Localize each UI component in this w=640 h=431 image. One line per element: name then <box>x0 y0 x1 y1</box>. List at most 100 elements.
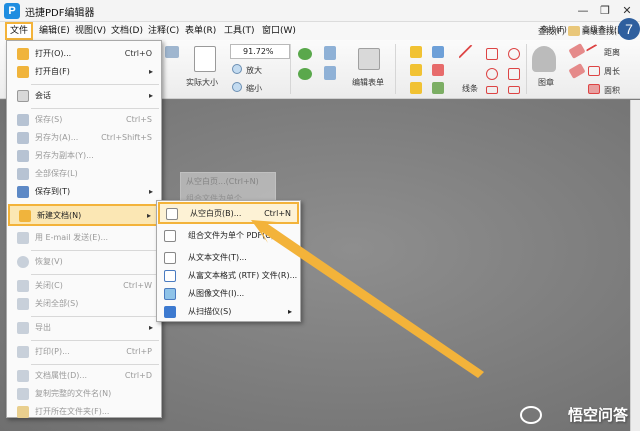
new-document-icon <box>19 210 31 222</box>
title-bar: P 迅捷PDF编辑器 — ❐ ✕ <box>0 0 640 22</box>
folder-icon <box>17 66 29 78</box>
underline-icon[interactable] <box>432 64 444 76</box>
edit-form-label[interactable]: 编辑表单 <box>352 77 384 88</box>
folder-icon <box>17 48 29 60</box>
menu-item-save-as[interactable]: 另存为(A)... Ctrl+Shift+S <box>8 129 160 147</box>
textbox-icon[interactable] <box>432 46 444 58</box>
menu-item-save-all[interactable]: 全部保存(L) <box>8 165 160 183</box>
submenu-item-blank-page[interactable]: 从空白页(B)... Ctrl+N <box>158 202 299 224</box>
save-as-icon <box>17 132 29 144</box>
menu-view[interactable]: 视图(V) <box>72 24 109 39</box>
menu-item-email[interactable]: 用 E-mail 发送(E)... <box>8 229 160 247</box>
version-badge: 7 <box>618 18 640 40</box>
menu-edit[interactable]: 编辑(E) <box>36 24 73 39</box>
menu-item-restore[interactable]: 恢复(V) <box>8 253 160 271</box>
menu-window[interactable]: 窗口(W) <box>259 24 299 39</box>
advanced-find-label[interactable]: 高级查找(H <box>582 26 623 37</box>
stamp-label[interactable]: 图章 <box>538 77 554 88</box>
app-logo-icon: P <box>4 3 20 19</box>
perimeter-icon[interactable] <box>588 66 600 76</box>
menu-file[interactable]: 文件 <box>5 22 34 40</box>
rectangle-tool-icon[interactable] <box>486 48 498 60</box>
edit-form-icon[interactable] <box>358 48 380 70</box>
submenu-item-combine[interactable]: 组合文件为单个 PDF(C)... <box>158 227 299 245</box>
rotate-icon[interactable] <box>298 68 312 80</box>
select-tool-icon[interactable] <box>165 46 179 58</box>
find-icon[interactable] <box>527 24 537 34</box>
perimeter-label[interactable]: 周长 <box>604 66 620 77</box>
menu-item-session[interactable]: 会话 ▸ <box>8 87 160 105</box>
minimize-button[interactable]: — <box>572 2 594 20</box>
zoom-input[interactable]: 91.72% <box>230 44 290 59</box>
stamp-icon[interactable] <box>532 46 556 72</box>
menu-item-print[interactable]: 打印(P)... Ctrl+P <box>8 343 160 361</box>
zoom-in-label[interactable]: 放大 <box>246 65 262 76</box>
menu-item-save[interactable]: 保存(S) Ctrl+S <box>8 111 160 129</box>
open-folder-icon <box>17 406 29 418</box>
app-title: 迅捷PDF编辑器 <box>25 8 95 19</box>
eraser-icon[interactable] <box>568 63 586 79</box>
properties-icon <box>17 370 29 382</box>
distance-label[interactable]: 距离 <box>604 47 620 58</box>
close-all-icon <box>17 298 29 310</box>
save-copy-icon <box>17 150 29 162</box>
distance-icon[interactable] <box>585 43 603 61</box>
text-tool-icon[interactable] <box>410 46 422 58</box>
scanner-icon <box>164 306 176 318</box>
menu-form[interactable]: 表单(R) <box>182 24 219 39</box>
save-to-icon <box>17 186 29 198</box>
ellipse-tool-icon[interactable] <box>508 48 520 60</box>
note-tool-icon[interactable] <box>410 82 422 94</box>
area-label[interactable]: 面积 <box>604 85 620 96</box>
menu-item-save-copy[interactable]: 另存为副本(Y)... <box>8 147 160 165</box>
restore-button[interactable]: ❐ <box>594 2 616 20</box>
zoom-out-icon[interactable] <box>232 82 242 92</box>
right-panel <box>630 100 640 431</box>
menu-item-save-to[interactable]: 保存到(T) ▸ <box>8 183 160 201</box>
submenu-item-rtf-file[interactable]: 从富文本格式 (RTF) 文件(R)... <box>158 267 299 285</box>
close-doc-icon <box>17 280 29 292</box>
submenu-item-text-file[interactable]: 从文本文件(T)... <box>158 249 299 267</box>
submenu-item-image-file[interactable]: 从图像文件(I)... <box>158 285 299 303</box>
menu-item-close-all[interactable]: 关闭全部(S) <box>8 295 160 313</box>
zoom-out-label[interactable]: 缩小 <box>246 83 262 94</box>
form-field-icon[interactable] <box>324 46 336 60</box>
menu-item-copy-filename[interactable]: 复制完整的文件名(N) <box>8 385 160 403</box>
form-field-icon[interactable] <box>324 66 336 80</box>
print-icon <box>17 346 29 358</box>
actual-size-label[interactable]: 实际大小 <box>186 77 218 88</box>
menu-item-new-document[interactable]: 新建文档(N) ▸ <box>8 204 160 226</box>
lines-label[interactable]: 线条 <box>462 83 478 94</box>
watermark-logo-icon <box>520 406 542 424</box>
text-file-icon <box>164 252 176 264</box>
polyline-tool-icon[interactable] <box>508 86 520 94</box>
menu-item-export[interactable]: 导出 ▸ <box>8 319 160 337</box>
menu-item-properties[interactable]: 文档属性(D)... Ctrl+D <box>8 367 160 385</box>
cloud-tool-icon[interactable] <box>486 86 498 94</box>
submenu-item-scanner[interactable]: 从扫描仪(S) ▸ <box>158 303 299 321</box>
advanced-find-icon[interactable] <box>568 26 579 36</box>
sound-icon[interactable] <box>432 82 444 94</box>
find-label[interactable]: 查找(F) <box>538 26 565 37</box>
highlight-tool-icon[interactable] <box>410 64 422 76</box>
email-icon <box>17 232 29 244</box>
circle-tool-icon[interactable] <box>486 68 498 80</box>
menu-item-close[interactable]: 关闭(C) Ctrl+W <box>8 277 160 295</box>
eraser-icon[interactable] <box>568 43 586 59</box>
line-tool-icon[interactable] <box>458 44 484 70</box>
area-icon[interactable] <box>588 84 600 94</box>
menu-comment[interactable]: 注释(C) <box>145 24 182 39</box>
actual-size-icon[interactable] <box>194 46 216 72</box>
rotate-icon[interactable] <box>298 48 312 60</box>
menu-item-open-from[interactable]: 打开自(F) ▸ <box>8 63 160 81</box>
menu-document[interactable]: 文档(D) <box>108 24 146 39</box>
menu-item-open[interactable]: 打开(O)... Ctrl+O <box>8 45 160 63</box>
zoom-in-icon[interactable] <box>232 64 242 74</box>
menu-tools[interactable]: 工具(T) <box>221 24 258 39</box>
image-file-icon <box>164 288 176 300</box>
file-menu: 打开(O)... Ctrl+O 打开自(F) ▸ 会话 ▸ 保存(S) Ctrl… <box>6 40 162 418</box>
polygon-tool-icon[interactable] <box>508 68 520 80</box>
menu-item-open-folder[interactable]: 打开所在文件夹(F)... <box>8 403 160 421</box>
blank-page-icon <box>166 208 178 220</box>
combine-files-icon <box>164 230 176 242</box>
